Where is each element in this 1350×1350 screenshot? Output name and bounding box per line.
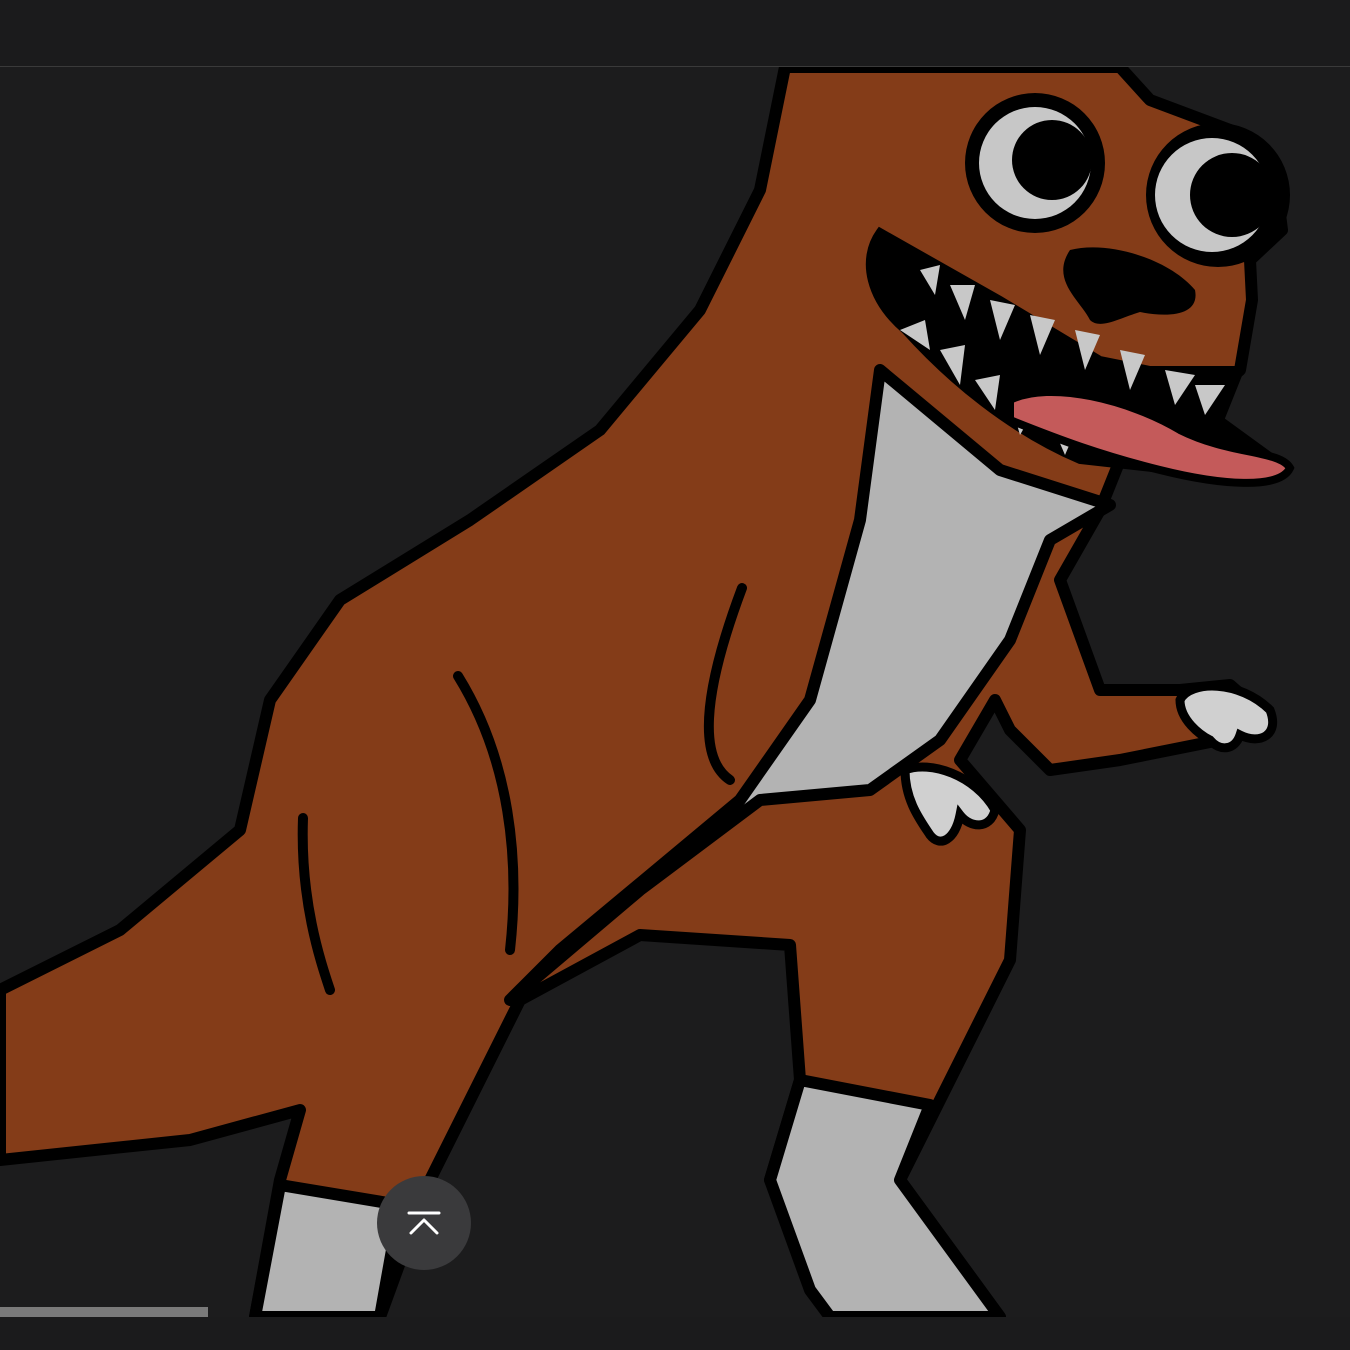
dinosaur-front-sock <box>764 1074 1006 1317</box>
progress-track[interactable] <box>0 1307 1350 1317</box>
dinosaur-illustration <box>0 67 1295 1317</box>
chevron-up-to-top-icon <box>407 1211 441 1235</box>
dinosaur-right-eye <box>1146 123 1290 267</box>
image-viewer <box>0 67 1350 1317</box>
scroll-to-top-button[interactable] <box>377 1176 471 1270</box>
top-bar <box>0 0 1350 67</box>
progress-fill <box>0 1307 208 1317</box>
dinosaur-left-eye <box>965 93 1105 233</box>
bottom-bar <box>0 1317 1350 1350</box>
dinosaur-back-sock <box>249 1179 406 1317</box>
